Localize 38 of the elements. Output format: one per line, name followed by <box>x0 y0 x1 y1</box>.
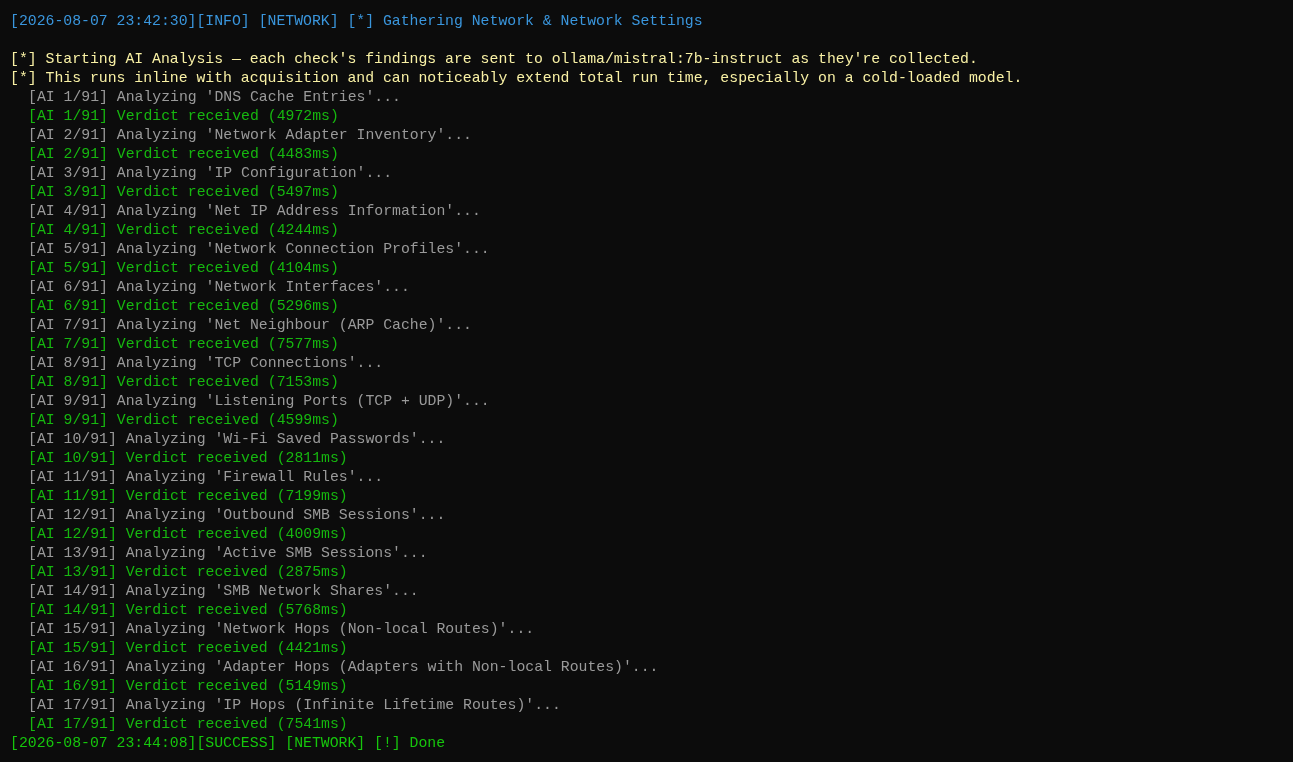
progress-line: [AI 10/91] Analyzing 'Wi-Fi Saved Passwords'... <box>28 430 446 449</box>
verdict-line: [AI 10/91] Verdict received (2811ms) <box>28 449 348 468</box>
progress-line: [AI 4/91] Analyzing 'Net IP Address Information'... <box>28 202 481 221</box>
log-header-line: [2026-08-07 23:42:30][INFO] [NETWORK] [*] Gathering Network & Network Settings <box>10 12 703 31</box>
verdict-line: [AI 17/91] Verdict received (7541ms) <box>28 715 348 734</box>
verdict-line: [AI 13/91] Verdict received (2875ms) <box>28 563 348 582</box>
verdict-line: [AI 3/91] Verdict received (5497ms) <box>28 183 339 202</box>
progress-line: [AI 6/91] Analyzing 'Network Interfaces'... <box>28 278 410 297</box>
verdict-line: [AI 7/91] Verdict received (7577ms) <box>28 335 339 354</box>
progress-line: [AI 16/91] Analyzing 'Adapter Hops (Adapters with Non-local Routes)'... <box>28 658 659 677</box>
progress-line: [AI 14/91] Analyzing 'SMB Network Shares'... <box>28 582 419 601</box>
progress-line: [AI 8/91] Analyzing 'TCP Connections'... <box>28 354 384 373</box>
progress-line: [AI 11/91] Analyzing 'Firewall Rules'... <box>28 468 384 487</box>
notice-line: [*] This runs inline with acquisition and can noticeably extend total run time, especially on a cold-loaded model. <box>10 69 1023 88</box>
verdict-line: [AI 4/91] Verdict received (4244ms) <box>28 221 339 240</box>
verdict-line: [AI 8/91] Verdict received (7153ms) <box>28 373 339 392</box>
verdict-line: [AI 6/91] Verdict received (5296ms) <box>28 297 339 316</box>
progress-line: [AI 7/91] Analyzing 'Net Neighbour (ARP Cache)'... <box>28 316 472 335</box>
progress-line: [AI 9/91] Analyzing 'Listening Ports (TCP + UDP)'... <box>28 392 490 411</box>
notice-line: [*] Starting AI Analysis — each check's findings are sent to ollama/mistral:7b-instruct as they're collected. <box>10 50 978 69</box>
progress-line: [AI 5/91] Analyzing 'Network Connection Profiles'... <box>28 240 490 259</box>
progress-line: [AI 2/91] Analyzing 'Network Adapter Inventory'... <box>28 126 472 145</box>
verdict-line: [AI 9/91] Verdict received (4599ms) <box>28 411 339 430</box>
verdict-line: [AI 15/91] Verdict received (4421ms) <box>28 639 348 658</box>
progress-line: [AI 13/91] Analyzing 'Active SMB Sessions'... <box>28 544 428 563</box>
verdict-line: [AI 5/91] Verdict received (4104ms) <box>28 259 339 278</box>
verdict-line: [AI 14/91] Verdict received (5768ms) <box>28 601 348 620</box>
verdict-line: [AI 2/91] Verdict received (4483ms) <box>28 145 339 164</box>
verdict-line: [AI 1/91] Verdict received (4972ms) <box>28 107 339 126</box>
progress-line: [AI 12/91] Analyzing 'Outbound SMB Sessions'... <box>28 506 446 525</box>
success-line: [2026-08-07 23:44:08][SUCCESS] [NETWORK] [!] Done <box>10 734 446 753</box>
progress-line: [AI 3/91] Analyzing 'IP Configuration'... <box>28 164 393 183</box>
progress-line: [AI 1/91] Analyzing 'DNS Cache Entries'... <box>28 88 401 107</box>
progress-line: [AI 15/91] Analyzing 'Network Hops (Non-local Routes)'... <box>28 620 535 639</box>
verdict-line: [AI 16/91] Verdict received (5149ms) <box>28 677 348 696</box>
verdict-line: [AI 12/91] Verdict received (4009ms) <box>28 525 348 544</box>
verdict-line: [AI 11/91] Verdict received (7199ms) <box>28 487 348 506</box>
progress-line: [AI 17/91] Analyzing 'IP Hops (Infinite Lifetime Routes)'... <box>28 696 561 715</box>
